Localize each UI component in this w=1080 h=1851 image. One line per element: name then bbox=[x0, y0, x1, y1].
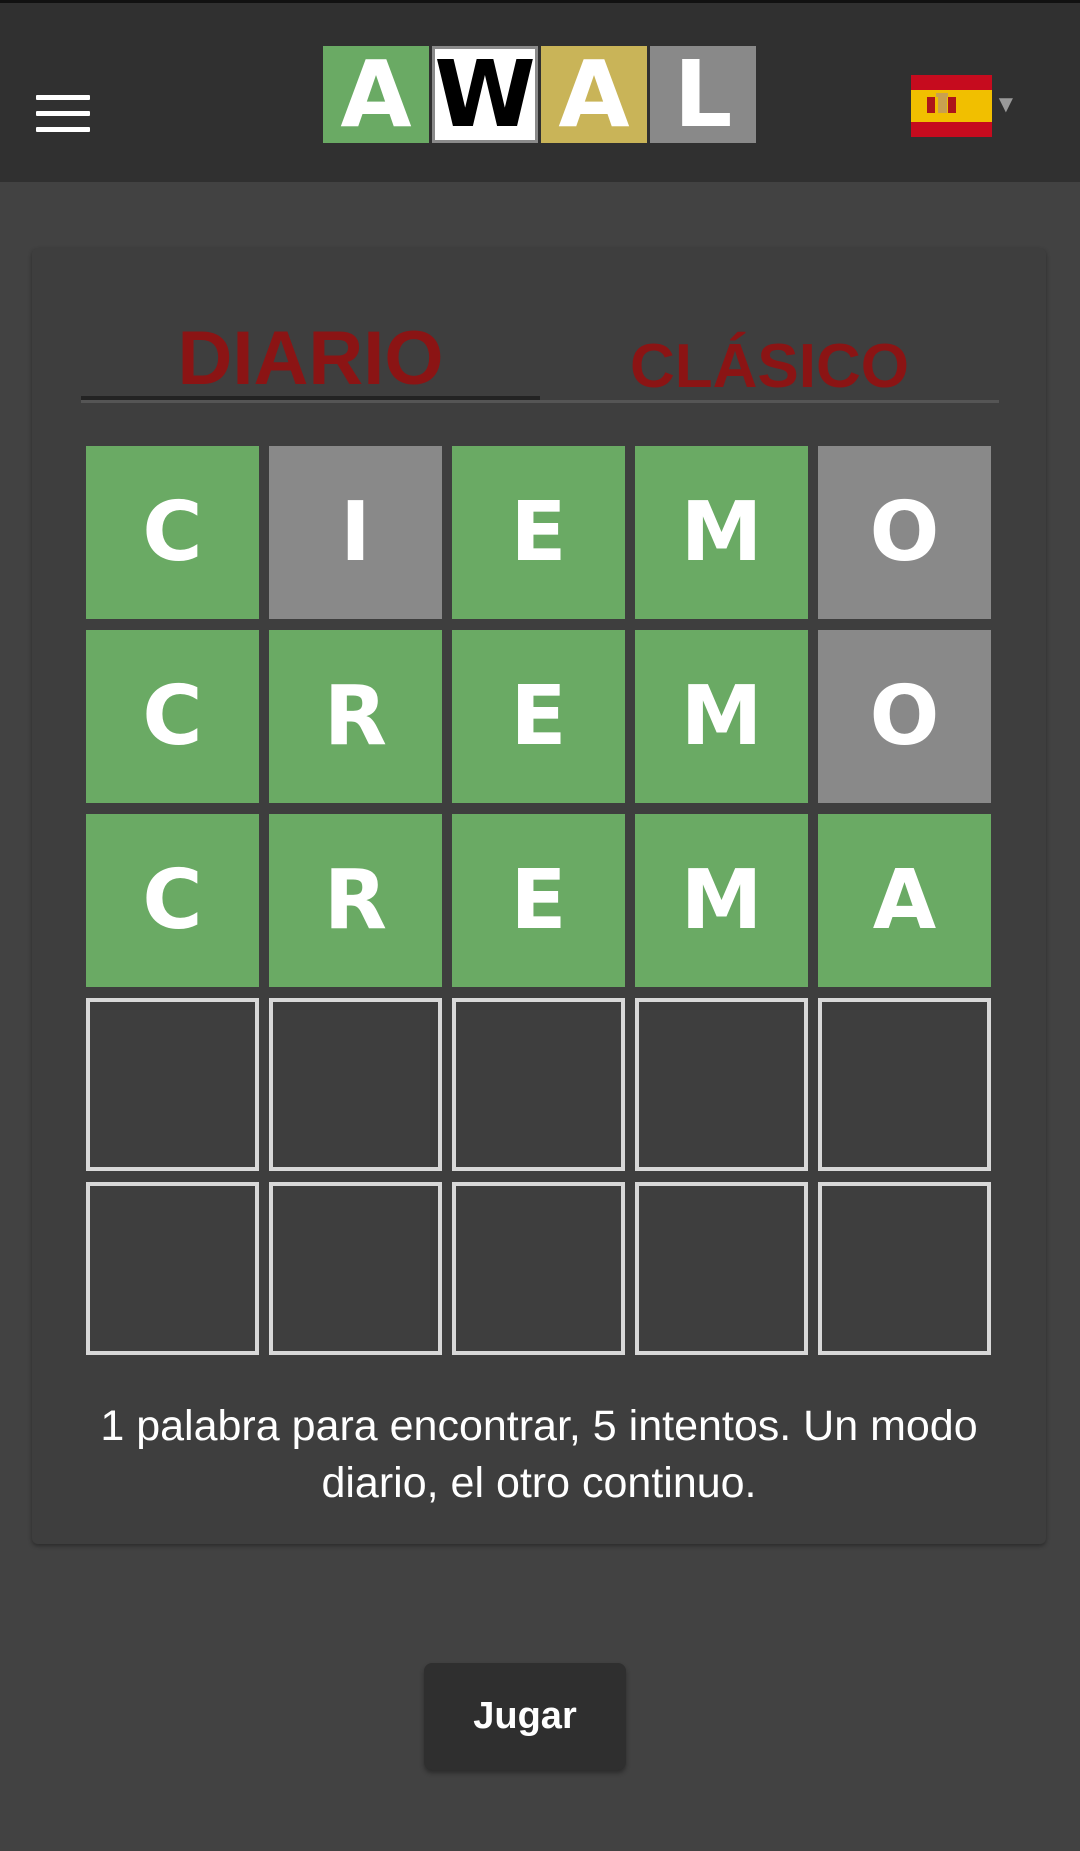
board-tile-r1-c2: I bbox=[269, 446, 442, 619]
language-selector[interactable]: ▼ bbox=[911, 75, 1018, 139]
board-tile-r2-c4: M bbox=[635, 630, 808, 803]
logo-tile-3: A bbox=[541, 46, 647, 143]
awal-logo[interactable]: A W A L bbox=[323, 46, 756, 143]
tab-classic[interactable]: CLÁSICO bbox=[540, 320, 999, 401]
caret-down-icon: ▼ bbox=[994, 91, 1018, 118]
board-tile-r3-c1: C bbox=[86, 814, 259, 987]
mode-tabs: DIARIO CLÁSICO bbox=[81, 316, 999, 403]
game-description: 1 palabra para encontrar, 5 intentos. Un… bbox=[100, 1402, 978, 1507]
board-tile-r3-c4: M bbox=[635, 814, 808, 987]
board-tile-r1-c1: C bbox=[86, 446, 259, 619]
board-tile-r4-c4 bbox=[635, 998, 808, 1171]
hamburger-menu-icon[interactable] bbox=[36, 95, 90, 133]
board-tile-r4-c3 bbox=[452, 998, 625, 1171]
game-card: DIARIO CLÁSICO CIEMOCREMOCREMA 1 palabra… bbox=[32, 248, 1046, 1544]
board-tile-r3-c3: E bbox=[452, 814, 625, 987]
menu-bar-middle bbox=[36, 111, 90, 116]
play-button[interactable]: Jugar bbox=[424, 1663, 626, 1770]
board-tile-r1-c4: M bbox=[635, 446, 808, 619]
board-tile-r1-c3: E bbox=[452, 446, 625, 619]
tab-daily[interactable]: DIARIO bbox=[81, 316, 540, 401]
board-tile-r2-c1: C bbox=[86, 630, 259, 803]
board-tile-r4-c2 bbox=[269, 998, 442, 1171]
board-tile-r5-c2 bbox=[269, 1182, 442, 1355]
board-tile-r4-c5 bbox=[818, 998, 991, 1171]
logo-tile-1: A bbox=[323, 46, 429, 143]
logo-tile-4: L bbox=[650, 46, 756, 143]
board-tile-r3-c2: R bbox=[269, 814, 442, 987]
menu-bar-bottom bbox=[36, 127, 90, 132]
spain-flag-icon bbox=[911, 75, 992, 137]
logo-tile-2: W bbox=[432, 46, 538, 143]
board-tile-r2-c3: E bbox=[452, 630, 625, 803]
board-tile-r5-c3 bbox=[452, 1182, 625, 1355]
game-board: CIEMOCREMOCREMA bbox=[86, 446, 995, 1355]
board-tile-r1-c5: O bbox=[818, 446, 991, 619]
menu-bar-top bbox=[36, 95, 90, 100]
board-tile-r3-c5: A bbox=[818, 814, 991, 987]
board-tile-r2-c2: R bbox=[269, 630, 442, 803]
board-tile-r5-c1 bbox=[86, 1182, 259, 1355]
board-tile-r4-c1 bbox=[86, 998, 259, 1171]
board-tile-r5-c5 bbox=[818, 1182, 991, 1355]
board-tile-r2-c5: O bbox=[818, 630, 991, 803]
board-tile-r5-c4 bbox=[635, 1182, 808, 1355]
app-header: A W A L ▼ bbox=[0, 0, 1080, 182]
